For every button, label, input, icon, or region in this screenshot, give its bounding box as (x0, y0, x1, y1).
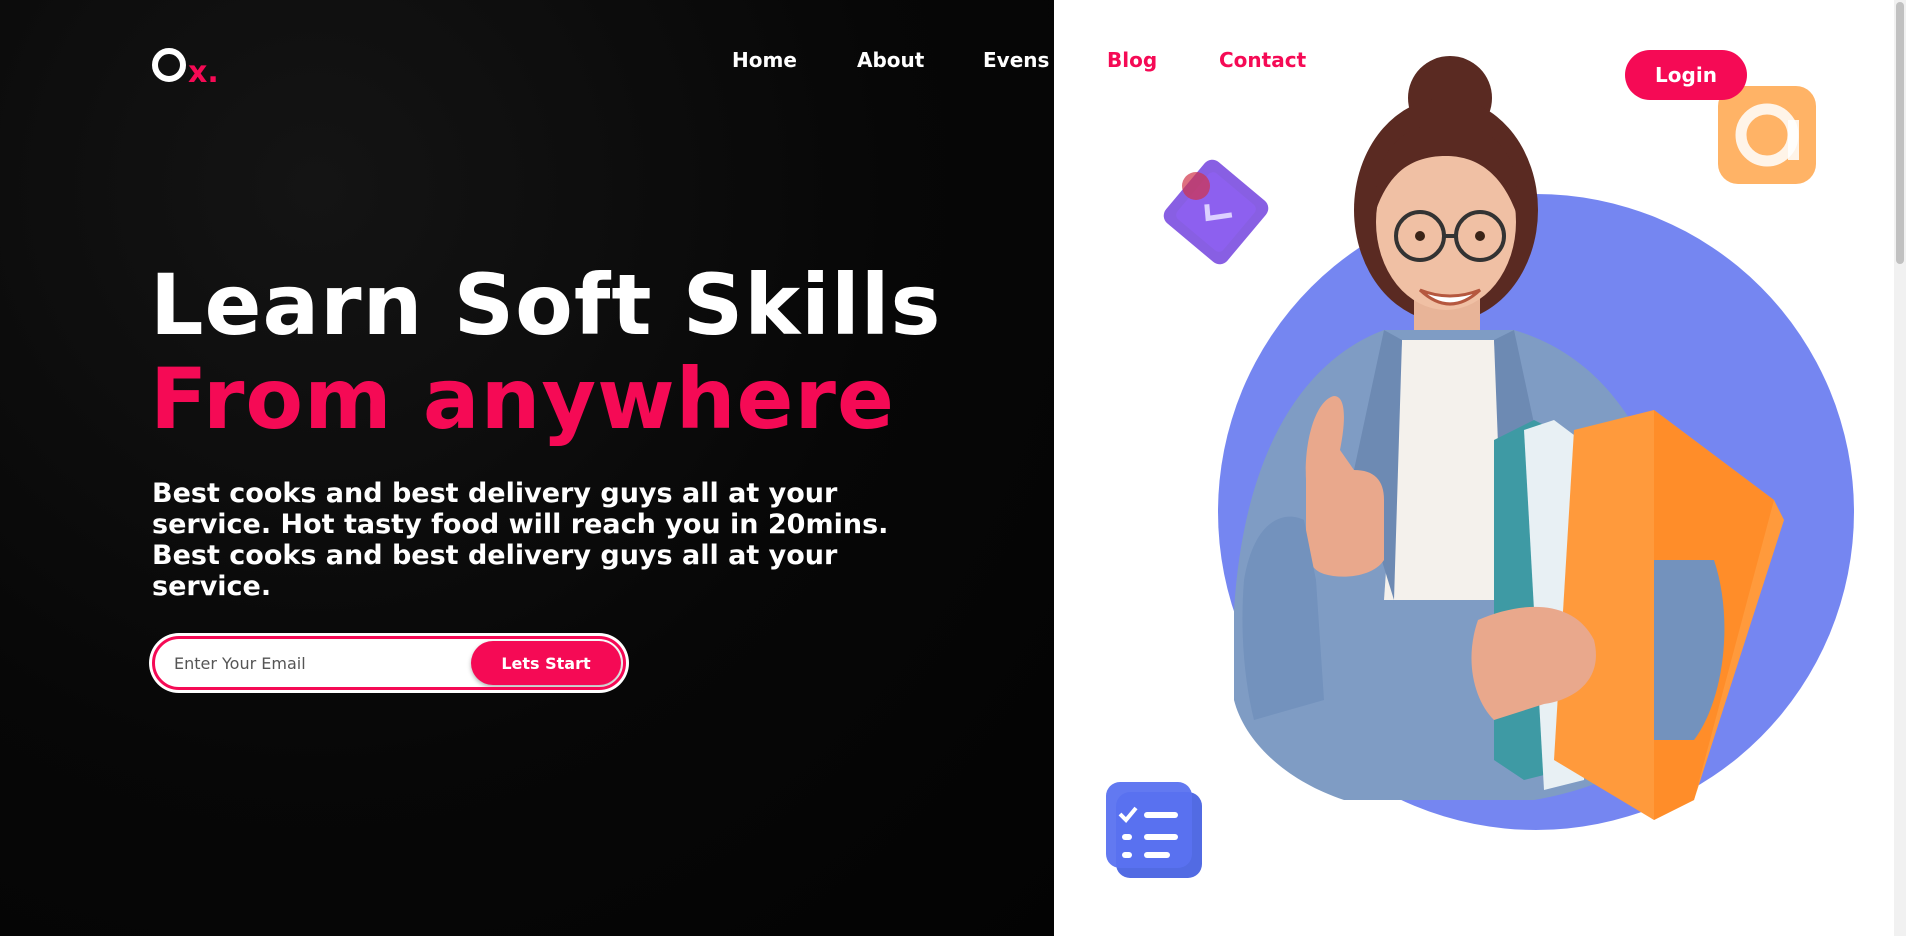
nav-evens[interactable]: Evens (983, 48, 1049, 84)
login-button[interactable]: Login (1625, 50, 1747, 100)
nav-home[interactable]: Home (732, 48, 797, 84)
hero-description: Best cooks and best delivery guys all at… (152, 478, 889, 602)
at-sign-badge-icon (1718, 86, 1816, 184)
nav-blog-label: Blog (1107, 48, 1158, 72)
checklist-badge-icon (1106, 782, 1202, 878)
nav-about[interactable]: About (857, 48, 924, 84)
nav-home-label: Home (732, 48, 797, 72)
email-input[interactable] (155, 652, 471, 674)
page-scrollbar[interactable] (1894, 0, 1906, 936)
nav-contact[interactable]: Contact (1219, 48, 1306, 84)
logo-x-mark: x. (188, 55, 219, 90)
nav-evens-label: Evens (983, 48, 1050, 72)
scrollbar-thumb[interactable] (1896, 2, 1904, 264)
nav-about-label: About (857, 48, 925, 72)
hero-illustration (1106, 56, 1854, 878)
hero-title-line1: Learn Soft Skills (150, 256, 942, 354)
hero-title-line2: From anywhere (150, 350, 895, 448)
brand-logo[interactable]: x. (152, 48, 219, 88)
email-signup-form: Lets Start (152, 636, 626, 690)
logo-o-mark (152, 48, 186, 82)
landing-page: x. Home About Evens Blog Contact Login L… (0, 0, 1906, 936)
hero-title: Learn Soft Skills From anywhere (150, 258, 942, 446)
lets-start-button[interactable]: Lets Start (471, 641, 621, 685)
calendar-badge-icon (1163, 159, 1269, 265)
hero-dark-panel (0, 0, 1054, 936)
nav-blog[interactable]: Blog (1107, 48, 1157, 84)
nav-contact-label: Contact (1219, 48, 1307, 72)
